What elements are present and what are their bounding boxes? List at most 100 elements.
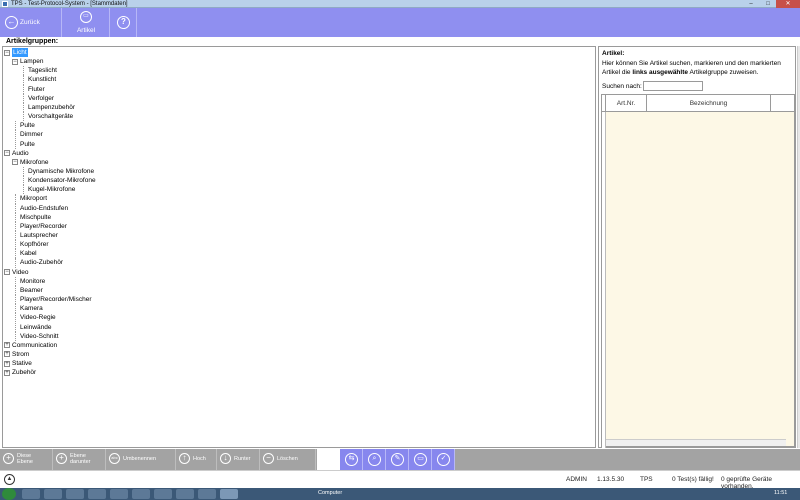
maximize-button[interactable]: □ (760, 0, 776, 8)
tree-node[interactable]: Tageslicht (28, 66, 57, 75)
tree-node[interactable]: Mischpulte (20, 213, 51, 222)
col-header-bezeichnung[interactable]: Bezeichnung (647, 95, 771, 112)
tree-guide-line (23, 112, 24, 122)
window-titlebar: TPS - Test-Protocol-System - [Stammdaten… (0, 0, 800, 8)
taskbar-app-7[interactable] (154, 489, 172, 499)
tree-node[interactable]: Strom (12, 350, 29, 359)
article-button[interactable]: ▭ Artikel (62, 8, 110, 37)
help-icon: ? (117, 16, 130, 29)
search-icon: ⌕ (368, 453, 381, 466)
action-icon: ↓ (220, 453, 231, 464)
check-icon: ✓ (437, 453, 450, 466)
tree-guide-line (15, 194, 16, 204)
tree-guide-line (23, 176, 24, 186)
tree-node[interactable]: Dynamische Mikrofone (28, 167, 94, 176)
tree-node[interactable]: Kamera (20, 304, 43, 313)
tree-node[interactable]: Video (12, 268, 29, 277)
taskbar-app-9[interactable] (198, 489, 216, 499)
ebene-darunter-button[interactable]: + Ebene darunter (53, 449, 106, 470)
tree-expander[interactable]: − (4, 150, 10, 157)
tree-node[interactable]: Verfolger (28, 94, 54, 103)
action-label: Runter (234, 456, 251, 462)
tree-node[interactable]: Mikrofone (20, 158, 49, 167)
tree-guide-line (15, 285, 16, 296)
action-label: Umbenennen (123, 456, 157, 462)
tree-node[interactable]: Lautsprecher (20, 231, 58, 240)
tree-expander[interactable]: − (4, 49, 10, 56)
tree-node[interactable]: Communication (12, 341, 57, 350)
tree-node[interactable]: Video-Schnitt (20, 332, 59, 341)
tree-expander[interactable]: − (4, 269, 10, 276)
tree-node[interactable]: Licht (12, 48, 28, 57)
taskbar-app-4[interactable] (88, 489, 106, 499)
tree-expander[interactable]: + (4, 360, 10, 367)
taskbar-app-5[interactable] (110, 489, 128, 499)
tree-node[interactable]: Stative (12, 359, 32, 368)
search-input[interactable] (643, 81, 703, 91)
close-button[interactable]: ✕ (776, 0, 800, 8)
taskbar-app-6[interactable] (132, 489, 150, 499)
tree-node[interactable]: Dimmer (20, 130, 43, 139)
tree-node[interactable]: Lampenzubehör (28, 103, 75, 112)
tree-node[interactable]: Vorschaltgeräte (28, 112, 73, 121)
tree-node[interactable]: Player/Recorder (20, 222, 67, 231)
taskbar-app-tps[interactable] (220, 489, 238, 499)
taskbar-app-2[interactable] (44, 489, 62, 499)
back-button[interactable]: ← Zurück (0, 8, 62, 37)
tree-expander[interactable]: + (4, 369, 10, 376)
start-button[interactable] (2, 488, 16, 500)
hoch-button[interactable]: ↑ Hoch (176, 449, 217, 470)
scroll-up-icon[interactable]: ▲ (4, 474, 15, 485)
desc-text-end: Artikelgruppe zuweisen. (688, 69, 759, 76)
tree-expander[interactable]: + (4, 351, 10, 358)
status-app: TPS (640, 476, 653, 483)
tree-node[interactable]: Video-Regie (20, 313, 56, 322)
tree-guide-line (15, 295, 16, 305)
loeschen-button[interactable]: − Löschen (260, 449, 316, 470)
tree-node[interactable]: Kabel (20, 249, 37, 258)
desc-bold-text: links ausgewählte (632, 69, 688, 76)
tree-guide-line (23, 185, 24, 195)
tree-expander[interactable]: + (4, 342, 10, 349)
confirm-button[interactable]: ✓ (432, 449, 455, 470)
tree-node[interactable]: Monitore (20, 277, 45, 286)
article-grid[interactable]: Art.Nr. Bezeichnung (601, 94, 795, 448)
tree-node[interactable]: Pulte (20, 121, 35, 130)
edit-button[interactable]: ✎ (386, 449, 409, 470)
tree-node[interactable]: Fluter (28, 85, 45, 94)
tree-node[interactable]: Leinwände (20, 323, 51, 332)
tree-node[interactable]: Kondensator-Mikrofone (28, 176, 96, 185)
article-group-tree[interactable]: − Licht − Lampen Tageslicht Kunstlicht Fluter V… (2, 46, 596, 448)
tree-guide-line (15, 203, 16, 213)
taskbar-app-3[interactable] (66, 489, 84, 499)
tree-node[interactable]: Kunstlicht (28, 75, 56, 84)
tree-expander[interactable]: − (12, 159, 18, 166)
tree-node[interactable]: Kugel-Mikrofone (28, 185, 75, 194)
tree-node[interactable]: Audio-Zubehör (20, 258, 63, 267)
assign-button[interactable]: ⇆ (340, 449, 363, 470)
view-button[interactable]: ▭ (409, 449, 432, 470)
diese-ebene-button[interactable]: + Diese Ebene (0, 449, 53, 470)
help-button[interactable]: ? (110, 8, 137, 37)
umbenennen-button[interactable]: abc Umbenennen (106, 449, 176, 470)
action-label: Diese Ebene (17, 453, 33, 465)
horizontal-scrollbar[interactable] (606, 439, 786, 446)
tree-node[interactable]: Pulte (20, 140, 35, 149)
minimize-button[interactable]: – (742, 0, 760, 8)
tree-node[interactable]: Mikroport (20, 194, 47, 203)
tree-expander[interactable]: − (12, 58, 18, 65)
search-button[interactable]: ⌕ (363, 449, 386, 470)
runter-button[interactable]: ↓ Runter (217, 449, 260, 470)
tree-node[interactable]: Zubehör (12, 368, 36, 377)
tray-computer[interactable]: Computer (318, 490, 342, 496)
col-header-artnr[interactable]: Art.Nr. (606, 95, 647, 112)
tree-guide-line (23, 93, 24, 103)
tree-node[interactable]: Audio-Endstufen (20, 204, 68, 213)
tree-node[interactable]: Lampen (20, 57, 44, 66)
tree-node[interactable]: Kopfhörer (20, 240, 49, 249)
taskbar-app-8[interactable] (176, 489, 194, 499)
tree-node[interactable]: Audio (12, 149, 29, 158)
tree-node[interactable]: Player/Recorder/Mischer (20, 295, 92, 304)
tree-node[interactable]: Beamer (20, 286, 43, 295)
taskbar-app-1[interactable] (22, 489, 40, 499)
